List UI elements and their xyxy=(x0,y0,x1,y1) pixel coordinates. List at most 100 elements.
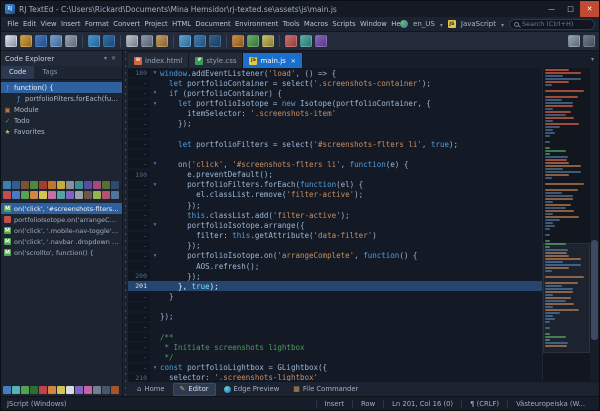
close-button-icon[interactable]: ✕ xyxy=(580,1,599,17)
code-line[interactable]: 180window.addEventListener('load', () =>… xyxy=(128,68,542,78)
menu-insert[interactable]: Insert xyxy=(59,20,83,28)
result-item-4[interactable]: Mon('scrollto', function() { xyxy=(1,247,122,258)
tree-item-function[interactable]: ƒfunction() { xyxy=(1,82,122,93)
menu-convert[interactable]: Convert xyxy=(111,20,142,28)
palette-swatch-0[interactable] xyxy=(3,191,11,199)
menu-scripts[interactable]: Scripts xyxy=(330,20,358,28)
code-line[interactable]: - filter: this.getAttribute('data-filter… xyxy=(128,231,542,241)
code-line[interactable]: 200 }); xyxy=(128,271,542,281)
code-line[interactable]: - let portfolioFilters = select('#screen… xyxy=(128,139,542,149)
sync-icon[interactable] xyxy=(300,35,312,47)
code-line[interactable]: - } xyxy=(128,291,542,301)
code-line[interactable]: - portfolioIsotope.arrange({ xyxy=(128,220,542,230)
palette-swatch-12[interactable] xyxy=(111,191,119,199)
code-line[interactable]: - this.classList.add('filter-active'); xyxy=(128,210,542,220)
code-line[interactable]: - xyxy=(128,129,542,139)
code-line[interactable]: - AOS.refresh(); xyxy=(128,261,542,271)
find-icon[interactable] xyxy=(179,35,191,47)
palette-swatch-5[interactable] xyxy=(48,386,56,394)
view-home[interactable]: Home xyxy=(131,383,171,396)
menu-tools[interactable]: Tools xyxy=(281,20,302,28)
minimize-button-icon[interactable]: — xyxy=(542,1,561,17)
redo-icon[interactable] xyxy=(103,35,115,47)
goto-line-icon[interactable] xyxy=(247,35,259,47)
code-line[interactable]: - * Initiate screenshots lightbox xyxy=(128,342,542,352)
status-cursor-position[interactable]: Ln 201, Col 16 (0) xyxy=(383,400,461,408)
palette-swatch-11[interactable] xyxy=(102,386,110,394)
panel-close-icon[interactable]: ✕ xyxy=(109,55,118,62)
code-area[interactable]: 180window.addEventListener('load', () =>… xyxy=(128,68,542,381)
code-line[interactable]: - let portfolioIsotope = new Isotope(por… xyxy=(128,98,542,108)
search-input[interactable] xyxy=(522,20,590,28)
fold-marker-icon[interactable] xyxy=(150,253,160,259)
result-item-3[interactable]: Mon('click', '.navbar .dropdown > a', fu… xyxy=(1,236,122,247)
scrollbar-thumb[interactable] xyxy=(591,240,598,340)
code-line[interactable]: - xyxy=(128,302,542,312)
code-line[interactable]: 190 e.preventDefault(); xyxy=(128,170,542,180)
palette-swatch-12[interactable] xyxy=(111,181,119,189)
code-line[interactable]: 201 }, true); xyxy=(128,281,542,291)
palette-swatch-1[interactable] xyxy=(12,181,20,189)
code-line[interactable]: - xyxy=(128,149,542,159)
tab-list-button[interactable]: ▾ xyxy=(586,56,599,63)
tab-main-js[interactable]: main.js xyxy=(243,53,302,68)
palette-swatch-7[interactable] xyxy=(66,191,74,199)
fold-marker-icon[interactable] xyxy=(150,161,160,167)
menu-html[interactable]: HTML xyxy=(170,20,193,28)
color-picker-icon[interactable] xyxy=(262,35,274,47)
palette-swatch-6[interactable] xyxy=(57,181,65,189)
fold-marker-icon[interactable] xyxy=(150,101,160,107)
menu-project[interactable]: Project xyxy=(142,20,170,28)
code-line[interactable]: -}); xyxy=(128,312,542,322)
find-in-files-icon[interactable] xyxy=(209,35,221,47)
tree-item-module[interactable]: ▣Module xyxy=(1,104,122,115)
palette-swatch-8[interactable] xyxy=(75,191,83,199)
palette-swatch-4[interactable] xyxy=(39,386,47,394)
replace-icon[interactable] xyxy=(194,35,206,47)
open-folder-icon[interactable] xyxy=(20,35,32,47)
code-line[interactable]: - xyxy=(128,322,542,332)
palette-swatch-5[interactable] xyxy=(48,191,56,199)
language-selector[interactable]: en_US xyxy=(413,20,435,28)
code-line[interactable]: - */ xyxy=(128,352,542,362)
bookmark-icon[interactable] xyxy=(232,35,244,47)
status-line-ending[interactable]: ¶ (CRLF) xyxy=(461,400,507,408)
status-selection-mode[interactable]: Row xyxy=(352,400,383,408)
palette-swatch-6[interactable] xyxy=(57,191,65,199)
maximize-button-icon[interactable]: □ xyxy=(561,1,580,17)
result-item-2[interactable]: Mon('click', '.mobile-nav-toggle', funct… xyxy=(1,225,122,236)
palette-swatch-0[interactable] xyxy=(3,181,11,189)
editor-scrollbar[interactable] xyxy=(590,68,599,381)
code-line[interactable]: -const portfolioLightbox = GLightbox({ xyxy=(128,363,542,373)
palette-swatch-10[interactable] xyxy=(93,181,101,189)
syntax-selector[interactable]: JavaScript xyxy=(461,20,496,28)
code-line[interactable]: - itemSelector: '.screenshots-item' xyxy=(128,109,542,119)
code-line[interactable]: - }); xyxy=(128,200,542,210)
palette-swatch-4[interactable] xyxy=(39,191,47,199)
fold-marker-icon[interactable] xyxy=(150,90,160,96)
palette-swatch-9[interactable] xyxy=(84,386,92,394)
menu-view[interactable]: View xyxy=(38,20,59,28)
spell-check-icon[interactable] xyxy=(285,35,297,47)
menu-edit[interactable]: Edit xyxy=(21,20,39,28)
code-line[interactable]: - el.classList.remove('filter-active'); xyxy=(128,190,542,200)
status-syntax[interactable]: JScript (Windows) xyxy=(7,400,75,408)
palette-swatch-4[interactable] xyxy=(39,181,47,189)
close-tab-icon[interactable] xyxy=(289,57,296,65)
code-line[interactable]: - portfolioFilters.forEach(function(el) … xyxy=(128,180,542,190)
menu-format[interactable]: Format xyxy=(83,20,111,28)
undo-icon[interactable] xyxy=(88,35,100,47)
panel-menu-icon[interactable]: ▾ xyxy=(102,55,109,62)
menu-macros[interactable]: Macros xyxy=(302,20,331,28)
fold-marker-icon[interactable] xyxy=(150,365,160,371)
palette-swatch-7[interactable] xyxy=(66,181,74,189)
palette-swatch-10[interactable] xyxy=(93,386,101,394)
split-view-icon[interactable] xyxy=(568,35,580,47)
code-browser-icon[interactable] xyxy=(315,35,327,47)
code-line[interactable]: - }); xyxy=(128,241,542,251)
fold-marker-icon[interactable] xyxy=(150,222,160,228)
tree-item-favorites[interactable]: ★Favorites xyxy=(1,126,122,137)
tree-item-portfoliofilters-foreach-function-el[interactable]: ƒportfolioFilters.forEach(function(el) { xyxy=(1,93,122,104)
palette-swatch-9[interactable] xyxy=(84,181,92,189)
paste-icon[interactable] xyxy=(156,35,168,47)
